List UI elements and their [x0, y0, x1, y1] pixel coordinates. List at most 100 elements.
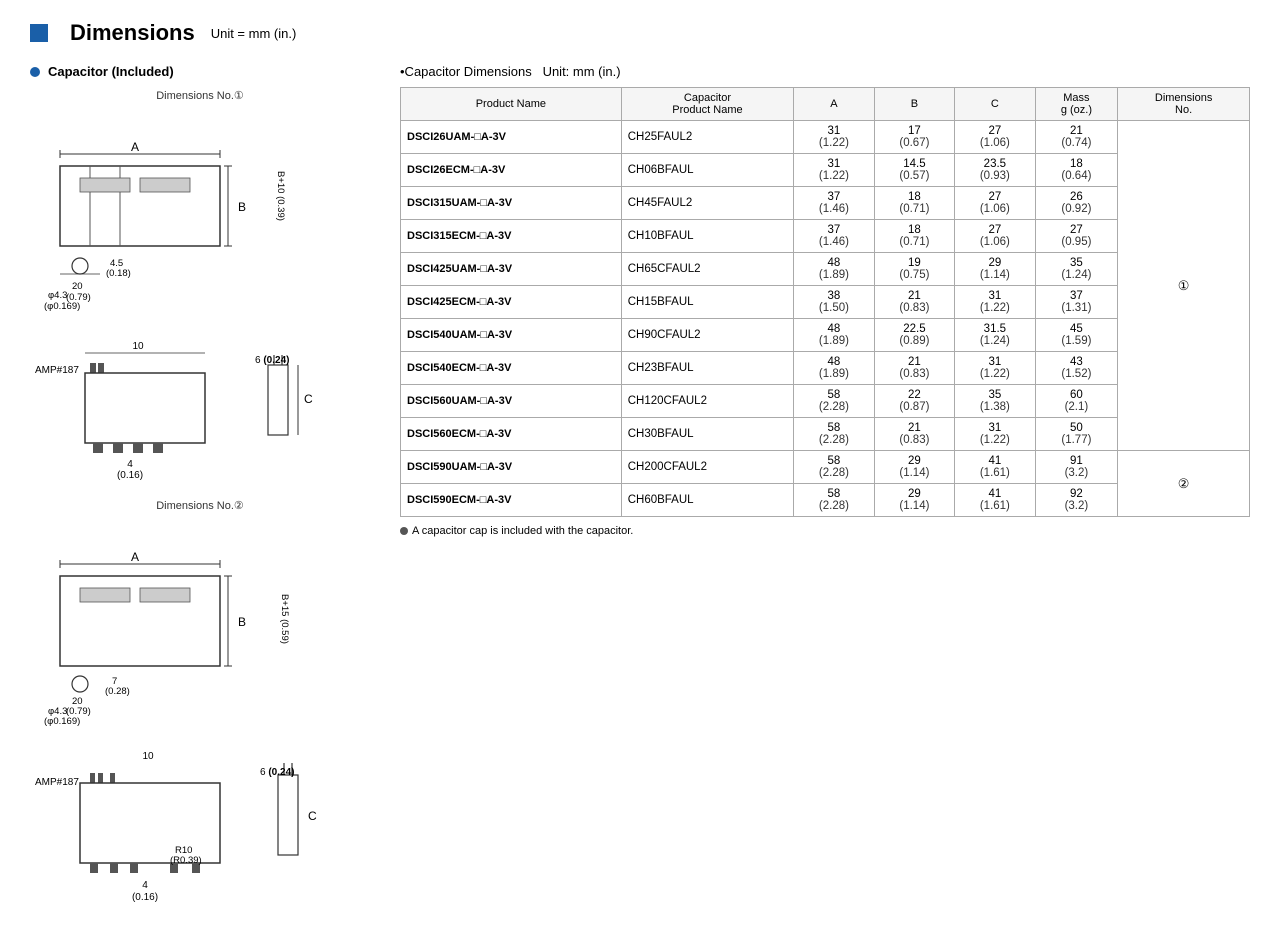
- col-header-cap-product-name: CapacitorProduct Name: [621, 88, 793, 121]
- col-header-dim-no: DimensionsNo.: [1118, 88, 1250, 121]
- svg-text:4: 4: [142, 880, 148, 891]
- svg-text:B+15 (0.59): B+15 (0.59): [279, 594, 290, 644]
- svg-text:(R0.39): (R0.39): [170, 855, 202, 866]
- svg-text:φ4.3: φ4.3: [48, 290, 67, 301]
- cell-product-name: DSCI315ECM-□A-3V: [401, 220, 622, 253]
- cell-mass: 43(1.52): [1035, 352, 1118, 385]
- cell-b: 29(1.14): [874, 484, 954, 517]
- cap-dim-title: •Capacitor Dimensions: [400, 64, 532, 79]
- svg-text:(0.16): (0.16): [132, 892, 158, 903]
- svg-text:A: A: [131, 140, 139, 154]
- cell-a: 37(1.46): [794, 187, 874, 220]
- svg-text:B: B: [238, 200, 246, 214]
- col-header-c: C: [955, 88, 1035, 121]
- cell-c: 41(1.61): [955, 451, 1035, 484]
- cell-product-name: DSCI425ECM-□A-3V: [401, 286, 622, 319]
- cell-dim-no-2: ②: [1118, 451, 1250, 517]
- table-row: DSCI26UAM-□A-3VCH25FAUL231(1.22)17(0.67)…: [401, 121, 1250, 154]
- cell-product-name: DSCI26UAM-□A-3V: [401, 121, 622, 154]
- cell-mass: 18(0.64): [1035, 154, 1118, 187]
- svg-text:4: 4: [127, 459, 133, 470]
- cell-cap-product-name: CH30BFAUL: [621, 418, 793, 451]
- cell-b: 21(0.83): [874, 418, 954, 451]
- col-header-a: A: [794, 88, 874, 121]
- cell-mass: 50(1.77): [1035, 418, 1118, 451]
- svg-text:B+10 (0.39): B+10 (0.39): [275, 171, 286, 221]
- cell-b: 18(0.71): [874, 187, 954, 220]
- cell-a: 38(1.50): [794, 286, 874, 319]
- col-header-product-name: Product Name: [401, 88, 622, 121]
- cell-cap-product-name: CH65CFAUL2: [621, 253, 793, 286]
- cell-cap-product-name: CH120CFAUL2: [621, 385, 793, 418]
- diagram-amp1-container: AMP#187 10 6 (0.24): [30, 335, 370, 483]
- cell-cap-product-name: CH15BFAUL: [621, 286, 793, 319]
- cell-b: 18(0.71): [874, 220, 954, 253]
- cell-b: 19(0.75): [874, 253, 954, 286]
- cell-product-name: DSCI560ECM-□A-3V: [401, 418, 622, 451]
- svg-text:(0.28): (0.28): [105, 686, 130, 697]
- svg-text:(φ0.169): (φ0.169): [44, 716, 80, 727]
- diagram-2-container: Dimensions No.② A B B+15 (0.59): [30, 499, 370, 729]
- diagram-2-svg: A B B+15 (0.59) φ4.3 (φ0.169) 20 (0.79) …: [30, 516, 340, 726]
- svg-text:(0.79): (0.79): [66, 292, 91, 303]
- cell-cap-product-name: CH90CFAUL2: [621, 319, 793, 352]
- main-layout: Capacitor (Included) Dimensions No.① A: [30, 64, 1250, 929]
- cell-mass: 60(2.1): [1035, 385, 1118, 418]
- cell-mass: 21(0.74): [1035, 121, 1118, 154]
- diagram-1-container: Dimensions No.① A B: [30, 89, 370, 319]
- cell-cap-product-name: CH45FAUL2: [621, 187, 793, 220]
- page-header: Dimensions Unit = mm (in.): [30, 20, 1250, 46]
- cell-b: 14.5(0.57): [874, 154, 954, 187]
- cell-c: 35(1.38): [955, 385, 1035, 418]
- svg-text:B: B: [238, 615, 246, 629]
- cell-a: 48(1.89): [794, 253, 874, 286]
- cell-b: 17(0.67): [874, 121, 954, 154]
- cell-cap-product-name: CH23BFAUL: [621, 352, 793, 385]
- header-blue-box: [30, 24, 48, 42]
- footnote: A capacitor cap is included with the cap…: [400, 525, 1250, 537]
- svg-text:A: A: [131, 550, 139, 564]
- col-header-mass: Massg (oz.): [1035, 88, 1118, 121]
- cell-a: 31(1.22): [794, 121, 874, 154]
- cell-c: 27(1.06): [955, 220, 1035, 253]
- svg-text:C: C: [304, 392, 313, 406]
- cell-mass: 35(1.24): [1035, 253, 1118, 286]
- cell-mass: 37(1.31): [1035, 286, 1118, 319]
- cap-dimensions-table: Product Name CapacitorProduct Name A B C…: [400, 87, 1250, 517]
- svg-text:10: 10: [132, 341, 144, 352]
- footnote-dot: [400, 527, 408, 535]
- svg-text:(0.18): (0.18): [106, 268, 131, 279]
- cell-cap-product-name: CH06BFAUL: [621, 154, 793, 187]
- cell-a: 58(2.28): [794, 385, 874, 418]
- cell-mass: 45(1.59): [1035, 319, 1118, 352]
- cell-c: 31(1.22): [955, 286, 1035, 319]
- cell-c: 31(1.22): [955, 418, 1035, 451]
- table-header: •Capacitor Dimensions Unit: mm (in.): [400, 64, 1250, 79]
- svg-text:20: 20: [72, 281, 83, 292]
- dim-label-1: Dimensions No.①: [30, 89, 370, 102]
- cell-c: 27(1.06): [955, 121, 1035, 154]
- svg-text:C: C: [308, 809, 317, 823]
- table-row: DSCI590UAM-□A-3VCH200CFAUL258(2.28)29(1.…: [401, 451, 1250, 484]
- cell-b: 21(0.83): [874, 352, 954, 385]
- cell-b: 22.5(0.89): [874, 319, 954, 352]
- cell-mass: 26(0.92): [1035, 187, 1118, 220]
- cell-dim-no-1: ①: [1118, 121, 1250, 451]
- svg-text:AMP#187: AMP#187: [35, 777, 79, 788]
- cell-a: 37(1.46): [794, 220, 874, 253]
- section-title: Capacitor (Included): [48, 64, 174, 79]
- cell-c: 23.5(0.93): [955, 154, 1035, 187]
- cell-product-name: DSCI315UAM-□A-3V: [401, 187, 622, 220]
- diagram-amp1-svg: AMP#187 10 6 (0.24): [30, 335, 340, 480]
- cell-a: 48(1.89): [794, 352, 874, 385]
- col-header-b: B: [874, 88, 954, 121]
- dim-label-2: Dimensions No.②: [30, 499, 370, 512]
- cell-product-name: DSCI26ECM-□A-3V: [401, 154, 622, 187]
- cell-c: 31(1.22): [955, 352, 1035, 385]
- cell-product-name: DSCI425UAM-□A-3V: [401, 253, 622, 286]
- table-header-row: Product Name CapacitorProduct Name A B C…: [401, 88, 1250, 121]
- page-title: Dimensions: [70, 20, 195, 46]
- cell-cap-product-name: CH10BFAUL: [621, 220, 793, 253]
- left-section: Capacitor (Included) Dimensions No.① A: [30, 64, 370, 929]
- cell-c: 31.5(1.24): [955, 319, 1035, 352]
